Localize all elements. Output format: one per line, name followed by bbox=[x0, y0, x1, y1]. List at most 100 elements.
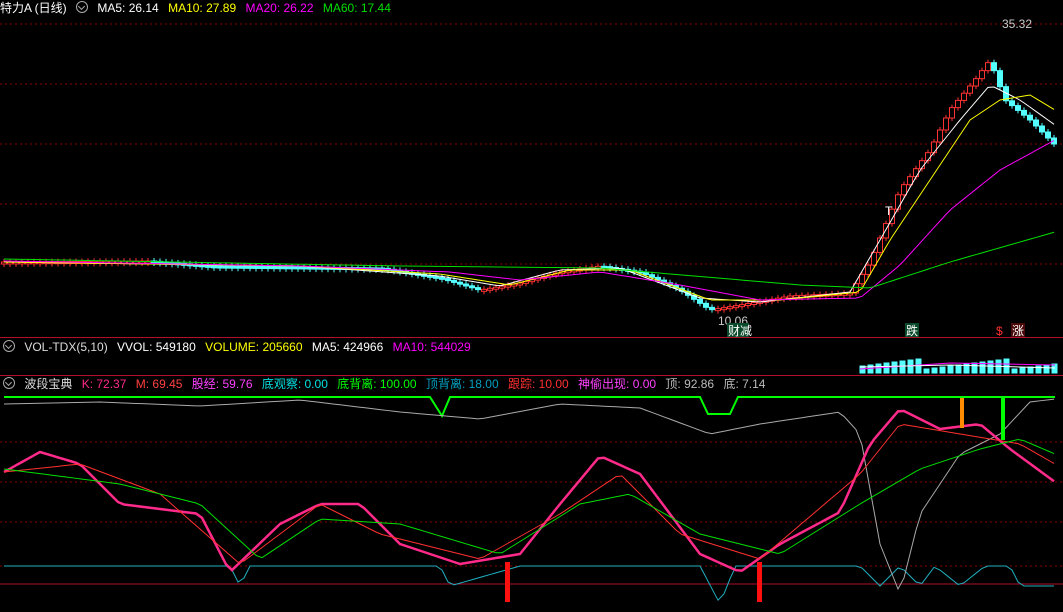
genzong-value: 跟踪: 10.00 bbox=[507, 377, 569, 391]
vvol-value: VVOL: 549180 bbox=[117, 340, 196, 354]
vol-title: VOL-TDX(5,10) bbox=[24, 340, 108, 354]
candle-body bbox=[205, 264, 211, 268]
panel-divider[interactable] bbox=[0, 337, 1063, 338]
candle-body bbox=[487, 287, 493, 291]
candle-body bbox=[961, 92, 967, 101]
candle-body bbox=[955, 99, 961, 109]
dibeili-value: 底背离: 100.00 bbox=[337, 377, 417, 391]
candle-body bbox=[475, 287, 481, 291]
volume-bar bbox=[1003, 358, 1010, 374]
candle-body bbox=[499, 285, 505, 289]
candle-body bbox=[481, 288, 487, 292]
candle-body bbox=[745, 303, 751, 307]
signal-bar bbox=[960, 398, 964, 428]
candle-body bbox=[1027, 114, 1033, 121]
candle-body bbox=[727, 306, 733, 310]
collapse-circle-icon[interactable] bbox=[3, 340, 15, 352]
tracking-bar bbox=[505, 562, 510, 602]
price-high-label: 35.32 bbox=[1002, 17, 1032, 31]
candle-body bbox=[295, 266, 301, 270]
candle-body bbox=[985, 62, 991, 72]
candle-body bbox=[973, 78, 979, 87]
candle-body bbox=[283, 266, 289, 270]
candle-body bbox=[1021, 109, 1027, 116]
candle-body bbox=[865, 264, 871, 275]
volume-bar bbox=[867, 364, 874, 374]
indicator-chart[interactable] bbox=[0, 394, 1063, 612]
candle-body bbox=[505, 284, 511, 288]
candle-body bbox=[859, 273, 865, 285]
candle-body bbox=[649, 274, 655, 278]
candle-body bbox=[1033, 119, 1039, 127]
candle-body bbox=[223, 265, 229, 269]
candle-body bbox=[433, 275, 439, 279]
marker-fall: 跌 bbox=[906, 323, 918, 337]
volume-bar bbox=[875, 363, 882, 374]
collapse-circle-icon[interactable] bbox=[3, 377, 15, 389]
volume-bar bbox=[1027, 366, 1034, 374]
candle-body bbox=[949, 107, 955, 119]
vol-ma5-value: MA5: 424966 bbox=[311, 340, 384, 354]
volume-bar bbox=[947, 365, 954, 374]
candle-body bbox=[469, 285, 475, 289]
candle-body bbox=[997, 70, 1003, 88]
volume-bar bbox=[955, 364, 962, 374]
candle-body bbox=[301, 266, 307, 270]
candle-body bbox=[1039, 125, 1045, 133]
candle-body bbox=[979, 70, 985, 80]
marker-t: T bbox=[885, 204, 893, 218]
volume-bar bbox=[923, 368, 930, 374]
volume-value: VOLUME: 205660 bbox=[205, 340, 303, 354]
candle-body bbox=[709, 306, 715, 311]
candle-body bbox=[229, 265, 235, 269]
price-chart[interactable]: 35.3210.06T财减跌 $ 涨 bbox=[0, 0, 1063, 337]
diguan-value: 底观察: 0.00 bbox=[261, 377, 328, 391]
candle-body bbox=[445, 278, 451, 282]
candle-body bbox=[721, 307, 727, 311]
volume-bar bbox=[939, 366, 946, 374]
candle-body bbox=[697, 298, 703, 304]
volume-chart[interactable] bbox=[0, 355, 1063, 375]
candle-body bbox=[457, 281, 463, 285]
marker-dollar: $ bbox=[996, 324, 1003, 337]
gujing-value: 股经: 59.76 bbox=[191, 377, 253, 391]
indicator-header: 波段宝典 K: 72.37 M: 69.45 股经: 59.76 底观察: 0.… bbox=[0, 376, 771, 392]
candle-body bbox=[901, 184, 907, 196]
candle-body bbox=[451, 279, 457, 283]
ma20-line bbox=[3, 140, 1055, 301]
volume-bar bbox=[987, 360, 994, 374]
dingbeili-value: 顶背离: 18.00 bbox=[425, 377, 499, 391]
volume-bar bbox=[891, 361, 898, 374]
marker-reduce: 财减 bbox=[728, 324, 752, 337]
candle-body bbox=[895, 194, 901, 210]
tracking-bar bbox=[757, 562, 762, 602]
candle-body bbox=[235, 265, 241, 269]
signal-bar bbox=[1001, 398, 1005, 440]
volume-bar bbox=[883, 362, 890, 374]
candle-body bbox=[1045, 131, 1051, 139]
candle-body bbox=[265, 266, 271, 270]
candle-body bbox=[991, 62, 997, 72]
volume-bar bbox=[899, 360, 906, 374]
candle-body bbox=[733, 305, 739, 309]
candle-body bbox=[715, 308, 721, 312]
m-value: M: 69.45 bbox=[135, 377, 183, 391]
candle-body bbox=[289, 266, 295, 270]
candle-body bbox=[463, 283, 469, 287]
volume-header: VOL-TDX(5,10) VVOL: 549180 VOLUME: 20566… bbox=[0, 339, 477, 355]
candle-body bbox=[787, 295, 793, 299]
candle-body bbox=[439, 276, 445, 280]
candle-body bbox=[241, 265, 247, 269]
k-line bbox=[3, 409, 1055, 572]
candle-body bbox=[1015, 105, 1021, 111]
candle-body bbox=[253, 265, 259, 269]
gujing-line bbox=[3, 438, 1055, 559]
cyan-step-line bbox=[4, 565, 1054, 602]
marker-rise: 涨 bbox=[1012, 323, 1024, 337]
volume-bar bbox=[1019, 367, 1026, 374]
candle-body bbox=[1009, 100, 1015, 107]
candle-body bbox=[493, 286, 499, 290]
volume-bar bbox=[1043, 364, 1050, 374]
candle-body bbox=[277, 266, 283, 270]
candle-body bbox=[211, 265, 217, 269]
